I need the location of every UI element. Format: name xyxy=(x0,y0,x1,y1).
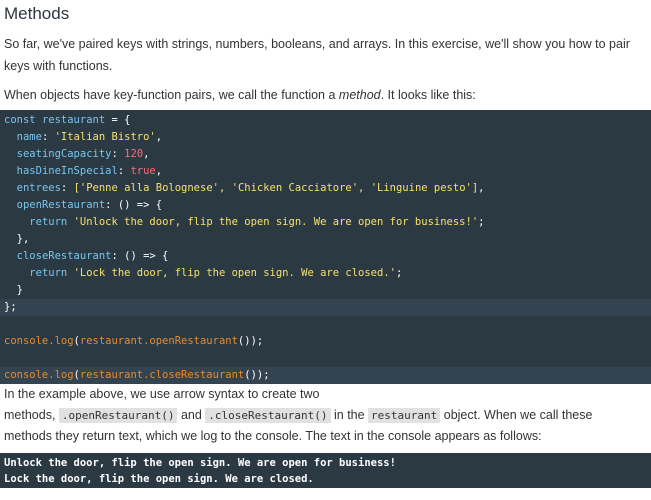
code-line-1: const restaurant = { xyxy=(4,114,131,126)
lead-text-after: . It looks like this: xyxy=(380,88,476,102)
console-output: Unlock the door, flip the open sign. We … xyxy=(0,453,651,488)
code-line-4: hasDineInSpecial: true, xyxy=(16,165,163,177)
explanation-paragraph: In the example above, we use arrow synta… xyxy=(4,387,593,443)
code-example: const restaurant = { name: 'Italian Bist… xyxy=(0,110,651,384)
inline-code-restaurant: restaurant xyxy=(368,408,441,423)
code-line-11: } xyxy=(16,284,23,296)
lead-emphasis: method xyxy=(338,88,381,102)
code-line-9: closeRestaurant: () => { xyxy=(16,250,169,262)
code-object-name: restaurant xyxy=(41,114,106,126)
console-line-1: Unlock the door, flip the open sign. We … xyxy=(4,457,396,469)
code-line-2: name: 'Italian Bistro', xyxy=(16,131,163,143)
lead-paragraph: When objects have key-function pairs, we… xyxy=(4,84,644,106)
code-line-3: seatingCapacity: 120, xyxy=(16,148,150,160)
intro-paragraph: So far, we've paired keys with strings, … xyxy=(4,37,630,73)
code-line-10: return 'Lock the door, flip the open sig… xyxy=(29,267,403,279)
code-line-8: }, xyxy=(16,233,30,245)
console-line-2: Lock the door, flip the open sign. We ar… xyxy=(4,473,314,485)
code-line-12: }; xyxy=(0,299,651,316)
code-keyword: const xyxy=(4,114,36,126)
code-line-14: console.log(restaurant.openRestaurant())… xyxy=(4,335,264,347)
page-title: Methods xyxy=(4,4,70,23)
inline-code-close: .closeRestaurant() xyxy=(205,408,331,423)
code-line-16: console.log(restaurant.closeRestaurant()… xyxy=(0,367,651,384)
code-line-7: return 'Unlock the door, flip the open s… xyxy=(29,216,485,228)
code-line-6: openRestaurant: () => { xyxy=(16,199,163,211)
inline-code-open: .openRestaurant() xyxy=(58,408,178,423)
code-line-5: entrees: ['Penne alla Bolognese', 'Chick… xyxy=(16,182,485,194)
lead-text-before: When objects have key-function pairs, we… xyxy=(4,88,339,102)
